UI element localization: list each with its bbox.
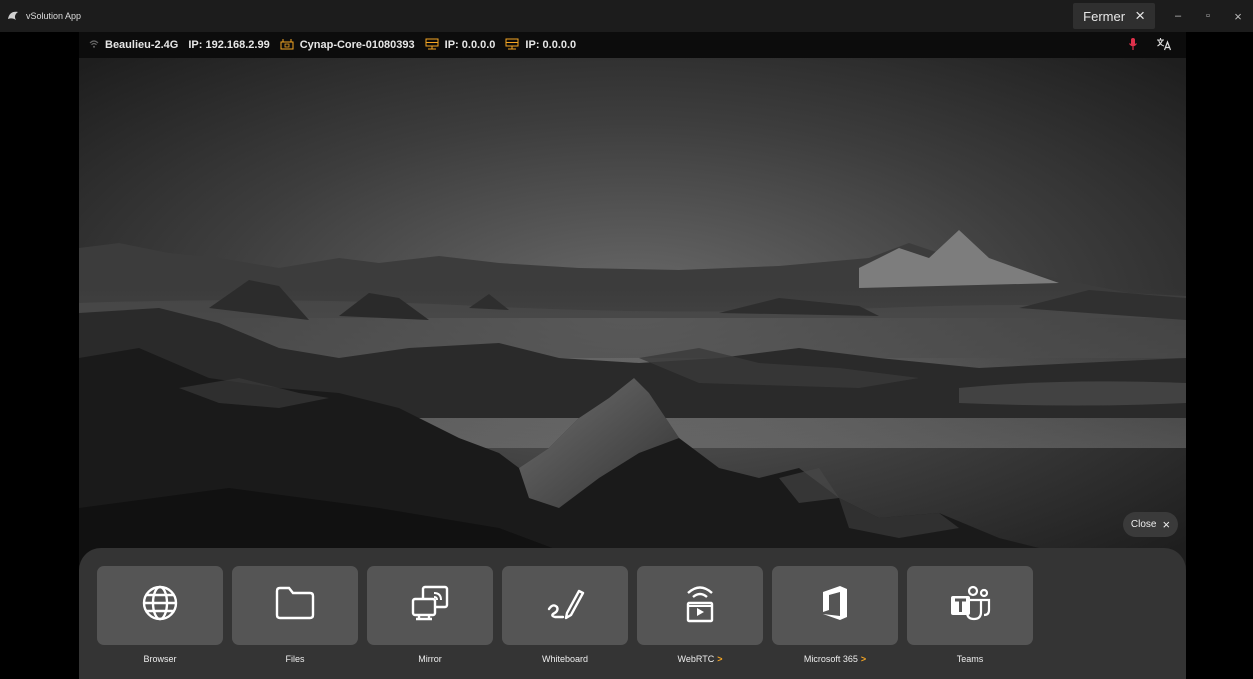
app-logo-icon: [4, 7, 22, 25]
tile-files[interactable]: [232, 566, 358, 645]
lan2-status: IP: 0.0.0.0: [505, 38, 576, 53]
tile-label-files: Files: [285, 654, 305, 664]
fermer-label: Fermer: [1083, 8, 1126, 24]
lan-icon: [505, 38, 519, 53]
lan2-ip: IP: 0.0.0.0: [525, 39, 577, 51]
pen-icon: [545, 585, 585, 626]
device-icon: [280, 38, 294, 53]
webrtc-icon: [682, 583, 718, 628]
overlay-close-label: Close: [1130, 519, 1157, 530]
globe-icon: [140, 583, 180, 628]
app-area: Beaulieu-2.4G IP: 192.168.2.99 Cynap-Cor…: [79, 32, 1186, 679]
status-bar: Beaulieu-2.4G IP: 192.168.2.99 Cynap-Cor…: [79, 32, 1186, 58]
tile-label-whiteboard: Whiteboard: [541, 654, 589, 664]
wifi-ip-text: IP: 192.168.2.99: [188, 39, 270, 51]
window-titlebar: vSolution App Fermer × – ▫ ×: [0, 0, 1253, 32]
translate-icon[interactable]: [1156, 37, 1172, 54]
office-icon: [820, 585, 850, 626]
minimize-icon: –: [1174, 10, 1182, 22]
tile-webrtc[interactable]: [637, 566, 763, 645]
lan1-status: IP: 0.0.0.0: [425, 38, 496, 53]
folder-icon: [274, 585, 316, 626]
tile-label-teams: Teams: [956, 654, 984, 664]
fermer-button[interactable]: Fermer ×: [1073, 3, 1155, 29]
wifi-status: Beaulieu-2.4G: [89, 39, 178, 52]
tile-microsoft-365[interactable]: [772, 566, 898, 645]
microphone-icon[interactable]: [1128, 37, 1138, 54]
lan1-ip: IP: 0.0.0.0: [444, 39, 496, 51]
tile-label-microsoft-365: Microsoft 365 >: [803, 654, 867, 664]
chevron-right-icon: >: [860, 654, 867, 664]
wifi-ip: IP: 192.168.2.99: [188, 39, 269, 51]
close-icon: ×: [1135, 6, 1145, 25]
app-dock: Browser Files Mirror Whiteboard WebRTC>: [79, 548, 1186, 679]
device-name: Cynap-Core-01080393: [299, 39, 415, 51]
tile-label-webrtc: WebRTC >: [677, 654, 723, 664]
close-icon: ×: [1162, 517, 1171, 532]
tile-label-mirror: Mirror: [418, 654, 442, 664]
window-close-icon: ×: [1234, 8, 1242, 24]
tile-whiteboard[interactable]: [502, 566, 628, 645]
lan-icon: [425, 38, 439, 53]
tile-mirror[interactable]: [367, 566, 493, 645]
window-close-button[interactable]: ×: [1223, 0, 1253, 32]
teams-icon: [948, 584, 992, 627]
restore-button[interactable]: ▫: [1193, 0, 1223, 32]
restore-icon: ▫: [1206, 10, 1210, 22]
mirror-icon: [410, 584, 450, 627]
overlay-close-button[interactable]: Close ×: [1123, 512, 1178, 537]
tile-browser[interactable]: [97, 566, 223, 645]
minimize-button[interactable]: –: [1163, 0, 1193, 32]
wifi-ssid: Beaulieu-2.4G: [105, 39, 179, 51]
tile-teams[interactable]: [907, 566, 1033, 645]
app-title: vSolution App: [26, 11, 82, 21]
wifi-icon: [89, 39, 99, 52]
device-name-status: Cynap-Core-01080393: [280, 38, 415, 53]
chevron-right-icon: >: [717, 654, 723, 664]
tile-label-browser: Browser: [143, 654, 177, 664]
